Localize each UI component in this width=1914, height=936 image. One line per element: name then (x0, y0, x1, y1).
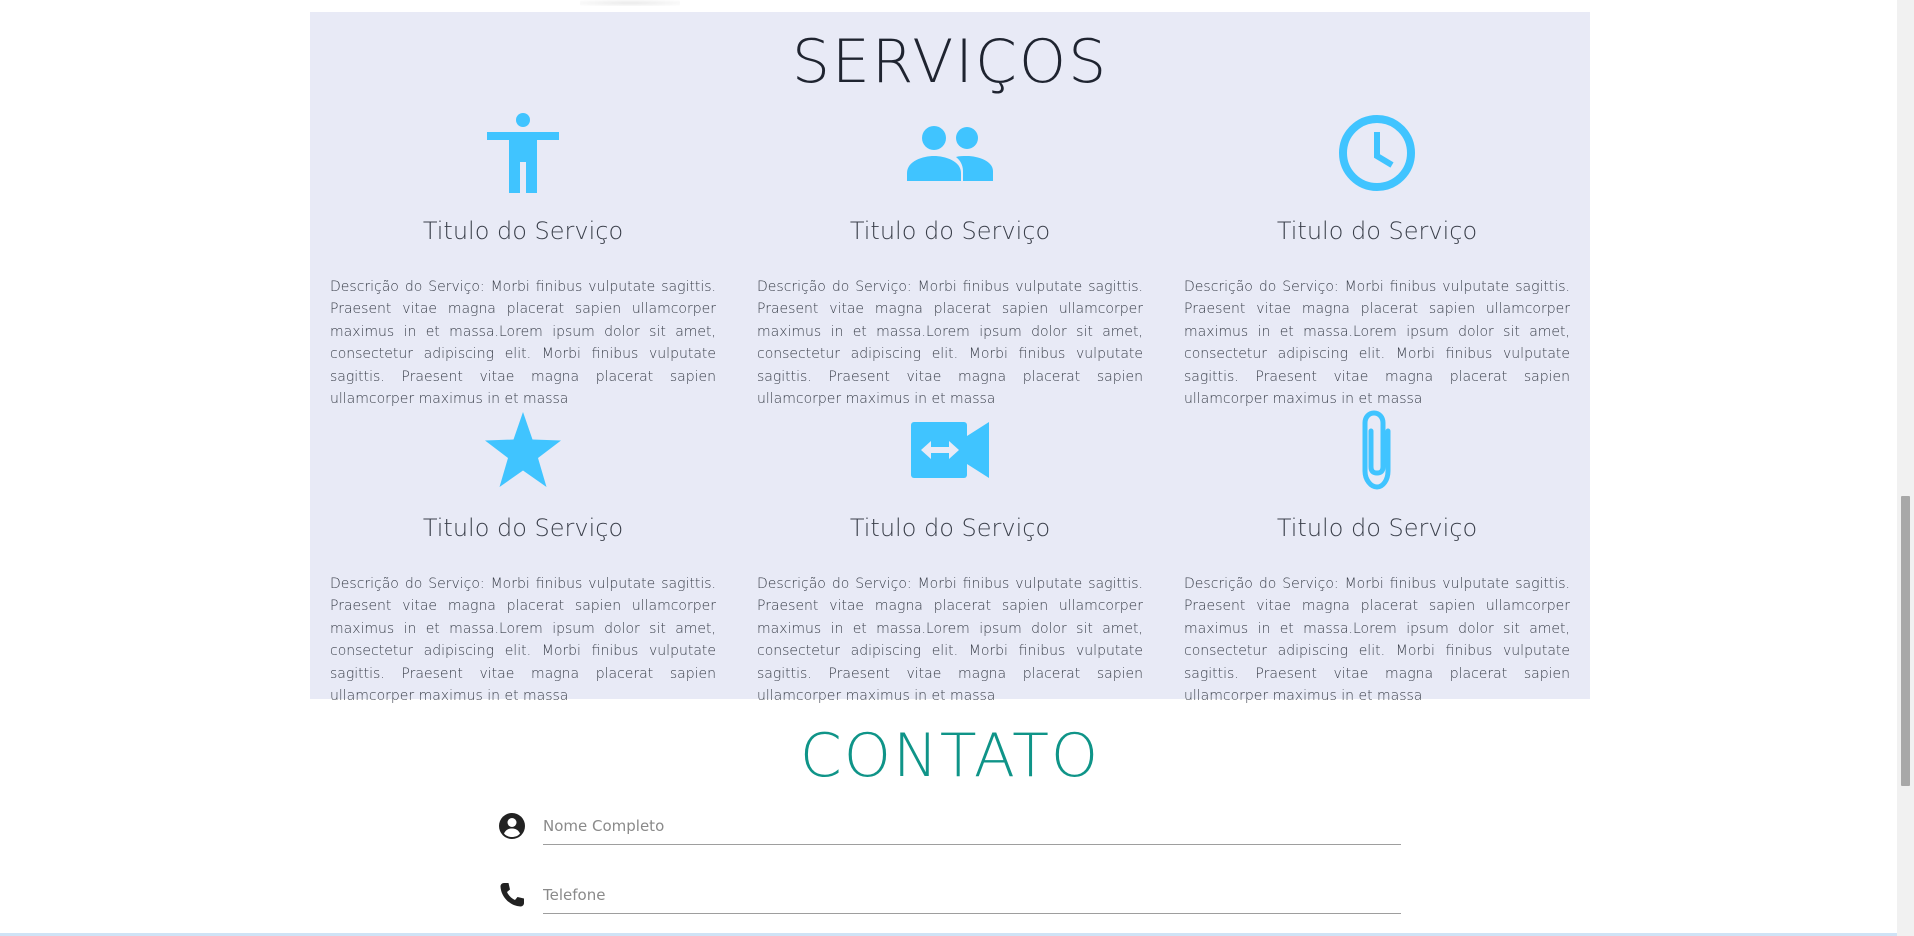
service-description: Descrição do Serviço: Morbi finibus vulp… (1184, 279, 1570, 408)
service-title: Titulo do Serviço (849, 217, 1051, 245)
service-card: Titulo do Serviço Descrição do Serviço: … (1184, 108, 1570, 407)
name-field (498, 808, 1401, 848)
service-description: Descrição do Serviço: Morbi finibus vulp… (1184, 576, 1570, 705)
service-title: Titulo do Serviço (849, 514, 1051, 542)
service-description: Descrição do Serviço: Morbi finibus vulp… (330, 279, 716, 408)
people-icon (905, 108, 995, 198)
account-circle-icon (499, 813, 525, 839)
phone-input[interactable] (543, 877, 1401, 914)
service-card: Titulo do Serviço Descrição do Serviço: … (330, 108, 716, 407)
contact-title: CONTATO (799, 721, 1101, 791)
accessibility-icon (478, 108, 568, 198)
service-description: Descrição do Serviço: Morbi finibus vulp… (330, 576, 716, 705)
video-camera-icon (905, 405, 995, 495)
service-title: Titulo do Serviço (1276, 514, 1478, 542)
phone-icon (500, 883, 524, 907)
scrollbar-thumb[interactable] (1901, 496, 1910, 786)
service-title: Titulo do Serviço (422, 514, 624, 542)
paperclip-icon (1332, 405, 1422, 495)
top-shadow (580, 0, 680, 6)
scrollbar[interactable] (1897, 0, 1914, 936)
service-card: Titulo do Serviço Descrição do Serviço: … (330, 405, 716, 704)
services-section: SERVIÇOS Titulo do Serviço Descrição do … (310, 12, 1590, 704)
service-card: Titulo do Serviço Descrição do Serviço: … (757, 405, 1143, 704)
page: SERVIÇOS Titulo do Serviço Descrição do … (0, 0, 1914, 936)
service-card: Titulo do Serviço Descrição do Serviço: … (757, 108, 1143, 407)
service-card: Titulo do Serviço Descrição do Serviço: … (1184, 405, 1570, 704)
service-description: Descrição do Serviço: Morbi finibus vulp… (757, 279, 1143, 408)
service-title: Titulo do Serviço (1276, 217, 1478, 245)
full-name-input[interactable] (543, 808, 1401, 845)
services-grid: Titulo do Serviço Descrição do Serviço: … (330, 108, 1570, 704)
services-title: SERVIÇOS (791, 27, 1109, 97)
star-icon (478, 405, 568, 495)
clock-icon (1332, 108, 1422, 198)
service-description: Descrição do Serviço: Morbi finibus vulp… (757, 576, 1143, 705)
service-title: Titulo do Serviço (422, 217, 624, 245)
phone-field (498, 877, 1401, 917)
